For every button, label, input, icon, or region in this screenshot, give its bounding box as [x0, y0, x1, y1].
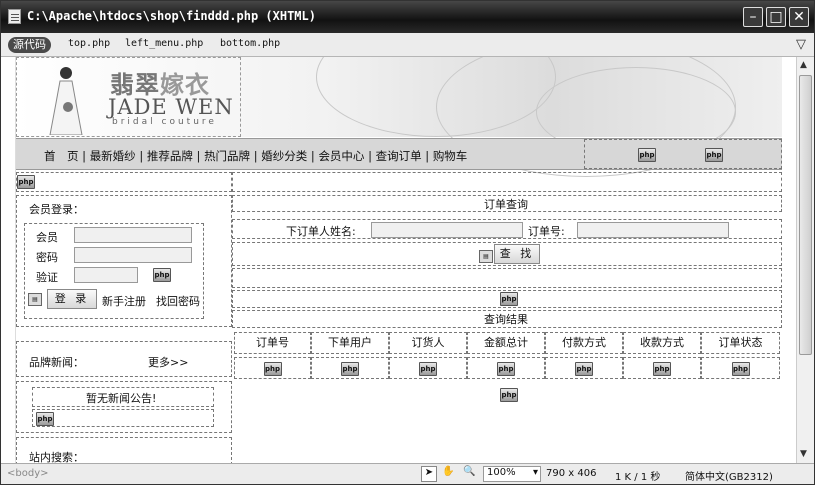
editor-window: C:\Apache\htdocs\shop\finddd.php (XHTML)…: [0, 0, 815, 485]
results-title: 查询结果: [484, 313, 528, 326]
scroll-down-icon[interactable]: ▼: [800, 449, 807, 459]
php-code-icon: php: [731, 362, 750, 376]
table-row-cell: php: [311, 357, 389, 379]
php-code-icon: php: [500, 292, 518, 306]
table-row-cell: php: [234, 357, 311, 379]
zoom-select[interactable]: 100% ▾: [483, 466, 541, 482]
table-row-cell: php: [623, 357, 701, 379]
nav-item-order-query[interactable]: 查询订单: [376, 149, 422, 163]
scrollbar-thumb[interactable]: [799, 75, 812, 355]
encoding-label: 简体中文(GB2312): [685, 472, 773, 483]
php-code-icon: php: [419, 362, 437, 376]
design-canvas[interactable]: 翡翠嫁衣 JADE WEN bridal couture 首 页 | 最新婚纱 …: [16, 57, 794, 463]
nav-item-member[interactable]: 会员中心: [318, 149, 364, 163]
search-button[interactable]: 查 找: [494, 244, 540, 264]
related-file-top[interactable]: top.php: [68, 38, 110, 49]
nav-item-hot[interactable]: 热门品牌: [204, 149, 250, 163]
php-code-icon: php: [500, 388, 518, 402]
title-bar: C:\Apache\htdocs\shop\finddd.php (XHTML)…: [1, 1, 814, 33]
tag-selector[interactable]: <body>: [7, 468, 49, 479]
logo-cell: [16, 57, 241, 137]
php-code-icon: php: [17, 175, 35, 189]
window-size[interactable]: 790 x 406: [546, 468, 596, 479]
status-bar: <body> ➤ ✋ 🔍 100% ▾ 790 x 406 1 K / 1 秒 简…: [1, 463, 814, 484]
minimize-button[interactable]: –: [743, 7, 763, 27]
password-label: 密码: [36, 251, 58, 264]
php-code-icon: php: [36, 412, 54, 426]
recover-password-link[interactable]: 找回密码: [156, 293, 200, 309]
related-files-bar: 源代码 top.php left_menu.php bottom.php ▽: [1, 33, 814, 57]
source-code-tab[interactable]: 源代码: [8, 37, 51, 53]
maximize-button[interactable]: □: [766, 7, 786, 27]
table-header-cell: 金额总计: [467, 332, 545, 354]
order-number-label: 订单号:: [528, 225, 565, 238]
results-table: 订单号 下单用户 订货人 金额总计 付款方式 收款方式 订单状态 php php…: [232, 332, 782, 382]
login-button[interactable]: 登 录: [47, 289, 97, 309]
order-query-title: 订单查询: [484, 198, 528, 211]
login-title: 会员登录：: [29, 203, 84, 216]
table-header-cell: 订货人: [389, 332, 467, 354]
brand-news-title: 品牌新闻：: [29, 356, 84, 369]
php-code-icon: php: [653, 362, 671, 376]
nav-item-cart[interactable]: 购物车: [433, 149, 468, 163]
php-code-icon: php: [263, 362, 282, 376]
close-button[interactable]: ✕: [789, 7, 809, 27]
more-news-link[interactable]: 更多>>: [148, 354, 188, 370]
table-header-cell: 付款方式: [545, 332, 623, 354]
table-header-cell: 订单号: [234, 332, 311, 354]
canvas-gutter: [1, 57, 16, 463]
php-code-icon: php: [638, 148, 656, 162]
form-icon: ▤: [479, 250, 493, 263]
orderer-name-label: 下订单人姓名:: [286, 225, 356, 238]
vertical-scrollbar[interactable]: ▲ ▼: [796, 57, 814, 463]
document-icon: [8, 9, 21, 24]
filter-icon[interactable]: ▽: [796, 37, 806, 52]
no-news-notice: 暂无新闻公告!: [86, 392, 157, 405]
orderer-name-input[interactable]: [371, 222, 523, 238]
nav-item-latest[interactable]: 最新婚纱: [90, 149, 136, 163]
php-code-icon: php: [153, 268, 171, 282]
nav-item-home[interactable]: 首 页: [44, 149, 79, 163]
php-code-icon: php: [705, 148, 723, 162]
password-input[interactable]: [74, 247, 192, 263]
window-title: C:\Apache\htdocs\shop\finddd.php (XHTML): [27, 9, 316, 23]
php-code-icon: php: [341, 362, 359, 376]
order-number-input[interactable]: [577, 222, 729, 238]
scroll-up-icon[interactable]: ▲: [800, 60, 807, 70]
pointer-tool-icon[interactable]: ➤: [421, 466, 437, 482]
site-search-title: 站内搜索：: [29, 451, 84, 463]
nav-item-recommended[interactable]: 推荐品牌: [147, 149, 193, 163]
header-banner: 翡翠嫁衣 JADE WEN bridal couture: [16, 57, 782, 177]
table-header-cell: 下单用户: [311, 332, 389, 354]
zoom-tool-icon[interactable]: 🔍: [463, 466, 475, 477]
nav-item-category[interactable]: 婚纱分类: [261, 149, 307, 163]
php-code-icon: php: [575, 362, 593, 376]
php-code-icon: php: [497, 362, 515, 376]
member-label: 会员: [36, 231, 58, 244]
table-header-cell: 收款方式: [623, 332, 701, 354]
download-size: 1 K / 1 秒: [615, 472, 661, 483]
table-row-cell: php: [545, 357, 623, 379]
table-row-cell: php: [389, 357, 467, 379]
verify-input[interactable]: [74, 267, 138, 283]
register-link[interactable]: 新手注册: [102, 293, 146, 309]
table-header-cell: 订单状态: [701, 332, 780, 354]
related-file-left-menu[interactable]: left_menu.php: [125, 38, 203, 49]
table-row-cell: php: [701, 357, 780, 379]
table-row-cell: php: [467, 357, 545, 379]
main-nav: 首 页 | 最新婚纱 | 推荐品牌 | 热门品牌 | 婚纱分类 | 会员中心 |…: [16, 138, 782, 170]
verify-label: 验证: [36, 271, 58, 284]
form-icon: ▤: [28, 293, 42, 306]
related-file-bottom[interactable]: bottom.php: [220, 38, 280, 49]
member-input[interactable]: [74, 227, 192, 243]
hand-tool-icon[interactable]: ✋: [442, 466, 454, 477]
